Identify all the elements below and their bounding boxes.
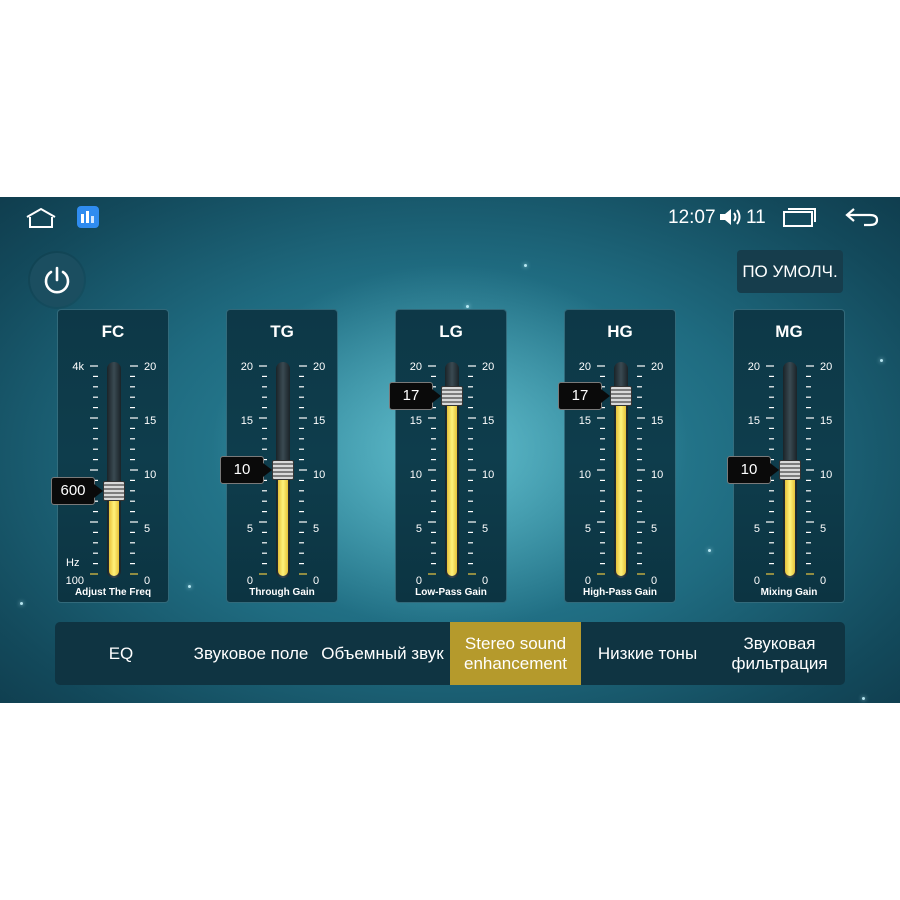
- tab-bass[interactable]: Низкие тоны: [581, 622, 714, 685]
- right-tick-label: 10: [820, 469, 833, 481]
- slider-fill: [109, 491, 119, 576]
- right-tick-label: 5: [144, 523, 151, 535]
- slider-knob[interactable]: [441, 386, 463, 406]
- left-tick-label: 5: [415, 523, 422, 535]
- right-tick-label: 15: [144, 415, 157, 427]
- right-tick-label: 5: [313, 523, 320, 535]
- volume-level: 11: [746, 207, 766, 228]
- left-tick-label: 10: [409, 469, 422, 481]
- right-tick-label: 15: [651, 415, 664, 427]
- slider-panel-mg: MG201510502015105010Mixing Gain: [727, 309, 845, 603]
- slider-caption: Low-Pass Gain: [415, 587, 487, 598]
- status-bar: 12:07 11: [0, 197, 900, 239]
- left-tick-label: 20: [240, 361, 253, 373]
- right-tick-label: 10: [313, 469, 326, 481]
- back-icon[interactable]: [844, 205, 880, 229]
- slider-value-badge: 17: [558, 382, 610, 410]
- left-tick-label-top: 4k: [72, 361, 84, 373]
- right-tick-label: 0: [651, 575, 658, 587]
- audio-settings-screen: 12:07 11 ПО УМОЛЧ. FC 20 15 10 5 0 4k Hz…: [0, 197, 900, 703]
- right-tick-label: 5: [482, 523, 489, 535]
- slider-fill: [447, 396, 457, 576]
- right-tick-label: 15: [482, 415, 495, 427]
- slider-panel-fc: FC 20 15 10 5 0 4k Hz 100 600 Adjust The Freq: [51, 309, 169, 603]
- reset-defaults-button[interactable]: ПО УМОЛЧ.: [737, 250, 843, 293]
- slider-track[interactable]: [107, 362, 121, 578]
- left-tick-label: 5: [753, 523, 760, 535]
- tab-sound-field[interactable]: Звуковое поле: [187, 622, 315, 685]
- left-tick-label: 15: [240, 415, 253, 427]
- recent-apps-icon[interactable]: [782, 206, 818, 228]
- slider-caption: Through Gain: [249, 587, 315, 598]
- slider-panel-hg: HG 20 15 10 5 0 20 15 10 5 0 17 High-Pass Gain: [558, 309, 676, 603]
- slider-caption: Mixing Gain: [760, 587, 818, 598]
- left-tick-label: 0: [753, 575, 760, 587]
- slider-knob[interactable]: [610, 386, 632, 406]
- slider-value-badge: 10: [727, 456, 779, 484]
- home-icon[interactable]: [24, 206, 58, 230]
- slider-caption: Adjust The Freq: [74, 587, 152, 598]
- slider-panel-lg: LG 20 15 10 5 0 20 15 10 5 0 17 Low-Pass Gain: [389, 309, 507, 603]
- right-tick-label: 0: [144, 575, 151, 587]
- left-tick-label: 20: [578, 361, 591, 373]
- right-tick-label: 5: [651, 523, 658, 535]
- right-tick-label: 10: [144, 469, 157, 481]
- slider-fill: [785, 470, 795, 576]
- slider-knob[interactable]: [779, 460, 801, 480]
- power-button[interactable]: [30, 253, 84, 307]
- left-tick-label: 5: [584, 523, 591, 535]
- slider-value-badge: 600: [51, 477, 103, 505]
- tab-eq[interactable]: EQ: [55, 622, 187, 685]
- slider-knob[interactable]: [272, 460, 294, 480]
- right-tick-label: 20: [820, 361, 833, 373]
- volume-icon[interactable]: [718, 205, 744, 229]
- clock: 12:07: [668, 207, 716, 228]
- tab-stereo-enhancement[interactable]: Stereo sound enhancement: [450, 622, 581, 685]
- app-icon[interactable]: [77, 206, 99, 228]
- left-tick-label-bottom: 100: [65, 575, 84, 587]
- right-tick-label: 20: [144, 361, 157, 373]
- slider-value-badge: 10: [220, 456, 272, 484]
- tab-filtering[interactable]: Звуковая фильтрация: [714, 622, 845, 685]
- right-tick-label: 15: [820, 415, 833, 427]
- unit-label: Hz: [66, 557, 80, 569]
- right-tick-label: 20: [482, 361, 495, 373]
- right-tick-label: 10: [651, 469, 664, 481]
- slider-fill: [616, 396, 626, 576]
- left-tick-label: 20: [409, 361, 422, 373]
- slider-value-badge: 17: [389, 382, 441, 410]
- left-tick-label: 5: [246, 523, 253, 535]
- right-tick-label: 15: [313, 415, 326, 427]
- right-tick-label: 5: [820, 523, 827, 535]
- slider-knob[interactable]: [103, 481, 125, 501]
- left-tick-label: 0: [584, 575, 591, 587]
- slider-caption: High-Pass Gain: [583, 587, 657, 598]
- slider-panel-tg: TG201510502015105010Through Gain: [220, 309, 338, 603]
- left-tick-label: 20: [747, 361, 760, 373]
- right-tick-label: 0: [482, 575, 489, 587]
- left-tick-label: 15: [409, 415, 422, 427]
- right-tick-label: 0: [313, 575, 320, 587]
- left-tick-label: 15: [747, 415, 760, 427]
- tab-bar: EQ Звуковое поле Объемный звук Stereo so…: [55, 622, 845, 685]
- left-tick-label: 15: [578, 415, 591, 427]
- right-tick-label: 20: [651, 361, 664, 373]
- right-tick-label: 0: [820, 575, 827, 587]
- tab-surround[interactable]: Объемный звук: [315, 622, 450, 685]
- left-tick-label: 0: [415, 575, 422, 587]
- slider-fill: [278, 470, 288, 576]
- power-icon: [44, 266, 70, 294]
- left-tick-label: 0: [246, 575, 253, 587]
- left-tick-label: 10: [578, 469, 591, 481]
- right-tick-label: 20: [313, 361, 326, 373]
- right-tick-label: 10: [482, 469, 495, 481]
